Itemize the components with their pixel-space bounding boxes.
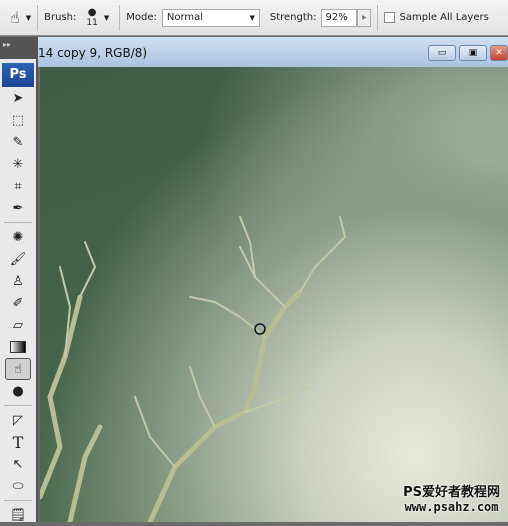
eyedropper-tool-icon[interactable]: ✒ [0,197,36,219]
brush-tool-icon[interactable]: 🖌 [0,248,36,270]
toolbox-collapse-button[interactable]: ▸▸ [0,37,36,59]
branches-artwork [40,216,347,522]
pen-tool-icon[interactable]: ◸ [0,409,36,431]
smudge-tool-icon: ☝ [10,8,20,27]
chevron-down-icon: ▼ [249,13,255,22]
watermark-line1: PS爱好者教程网 [403,485,500,500]
options-bar: ☝ ▼ Brush: ● 11 ▼ Mode: Normal ▼ Strength: 9… [0,0,508,36]
smudge-tool-icon[interactable]: ☝ [5,358,31,380]
mode-select[interactable]: Normal ▼ [161,8,260,27]
minimize-button[interactable]: ▭ [428,45,456,61]
strength-input[interactable]: 92% [321,8,358,27]
tool-preset-picker[interactable]: ☝ ▼ [10,8,31,27]
path-selection-tool-icon[interactable]: ↖ [0,453,36,475]
eraser-tool-icon[interactable]: ▱ [0,314,36,336]
type-tool-icon[interactable]: T [0,431,36,453]
toolbox: ▸▸ Ps ➤ ⬚ ✎ ✳ ⌗ ✒ ✺ 🖌 ♙ ✐ ▱ ☝ ● ◸ T ↖ ⬭ … [0,37,38,523]
magic-wand-tool-icon[interactable]: ✳ [0,153,36,175]
strength-slider-button[interactable]: ▶ [357,8,372,27]
photoshop-logo[interactable]: Ps [2,63,34,87]
mode-value: Normal [166,12,204,23]
chevron-down-icon: ▼ [25,13,32,22]
sample-all-layers-label: Sample All Layers [399,12,489,23]
lasso-tool-icon[interactable]: ✎ [0,131,36,153]
healing-brush-tool-icon[interactable]: ✺ [0,226,36,248]
dodge-tool-icon[interactable]: ● [0,380,36,402]
clone-stamp-tool-icon[interactable]: ♙ [0,270,36,292]
checkbox-box[interactable] [384,12,396,23]
image-canvas[interactable]: PS爱好者教程网 www.psahz.com [40,67,508,522]
mode-label: Mode: [126,12,157,23]
brush-label: Brush: [44,12,77,23]
document-title: 14 copy 9, RGB/8) [38,46,148,60]
marquee-tool-icon[interactable]: ⬚ [0,109,36,131]
sample-all-layers-checkbox[interactable]: Sample All Layers [384,12,489,23]
close-button[interactable]: ✕ [490,45,508,61]
watermark: PS爱好者教程网 www.psahz.com [403,481,500,514]
watermark-line2: www.psahz.com [404,500,499,514]
ellipse-tool-icon[interactable]: ⬭ [0,475,36,497]
notes-tool-icon[interactable]: 🗒 [0,504,36,526]
maximize-button[interactable]: ▣ [459,45,487,61]
brush-picker[interactable]: ● 11 ▼ [86,6,110,28]
strength-label: Strength: [269,12,317,23]
history-brush-tool-icon[interactable]: ✐ [0,292,36,314]
brush-dot-icon: ● [87,6,97,18]
move-tool-icon[interactable]: ➤ [0,87,36,109]
document-title-bar: 14 copy 9, RGB/8) ▭ ▣ ✕ [38,37,508,67]
chevron-down-icon: ▼ [103,13,110,22]
brush-size: 11 [86,17,98,28]
crop-tool-icon[interactable]: ⌗ [0,175,36,197]
gradient-tool-icon[interactable] [0,336,36,358]
